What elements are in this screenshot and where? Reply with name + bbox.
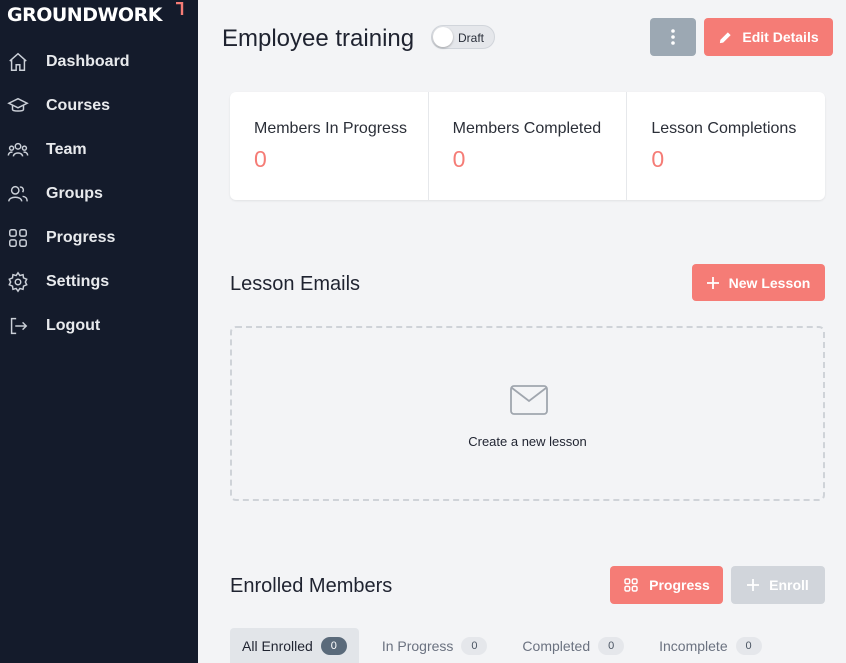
tab-completed[interactable]: Completed 0 (510, 628, 636, 663)
team-icon (7, 139, 29, 161)
sidebar-item-team[interactable]: Team (0, 128, 198, 172)
logout-icon (7, 315, 29, 337)
draft-toggle[interactable]: Draft (431, 25, 495, 49)
stat-label: Members Completed (452, 120, 602, 137)
stat-lesson-completions: Lesson Completions 0 (627, 92, 825, 200)
progress-label: Progress (649, 577, 710, 593)
sidebar-item-logout[interactable]: Logout (0, 304, 198, 348)
create-lesson-text: Create a new lesson (468, 434, 587, 449)
new-lesson-label: New Lesson (728, 274, 811, 291)
stat-members-completed: Members Completed 0 (429, 92, 628, 200)
sidebar-item-settings[interactable]: Settings (0, 260, 198, 304)
main-content: Employee training Draft Edit Details Mem… (198, 0, 846, 663)
envelope-icon (510, 385, 548, 415)
progress-button[interactable]: Progress (610, 566, 723, 604)
sidebar-item-label: Groups (46, 185, 103, 202)
tab-label: All Enrolled (242, 637, 313, 654)
groups-icon (7, 183, 29, 205)
grid-icon (624, 578, 638, 592)
enroll-label: Enroll (769, 577, 809, 593)
sidebar-item-dashboard[interactable]: Dashboard (0, 40, 198, 84)
sidebar-item-label: Logout (46, 317, 101, 334)
sidebar-item-progress[interactable]: Progress (0, 216, 198, 260)
kebab-menu-icon (671, 29, 675, 45)
toggle-label: Draft (458, 31, 485, 45)
tab-incomplete[interactable]: Incomplete 0 (647, 628, 773, 663)
logo-mark-icon (176, 2, 184, 15)
pencil-icon (720, 31, 732, 43)
tab-label: Completed (522, 637, 591, 654)
stat-label: Members In Progress (254, 120, 407, 137)
plus-icon (706, 276, 719, 289)
stats-card: Members In Progress 0 Members Completed … (230, 92, 825, 200)
sidebar-item-groups[interactable]: Groups (0, 172, 198, 216)
edit-details-button[interactable]: Edit Details (704, 18, 833, 56)
toggle-knob (433, 27, 453, 47)
sidebar: GROUNDWORK Dashboard Courses Team Groups… (0, 0, 198, 663)
sidebar-item-label: Team (46, 141, 87, 158)
grid-icon (7, 227, 29, 249)
sidebar-item-label: Courses (46, 97, 111, 114)
sidebar-item-label: Progress (46, 229, 116, 246)
lesson-emails-title: Lesson Emails (230, 273, 361, 295)
member-tabs: All Enrolled 0 In Progress 0 Completed 0… (230, 628, 785, 663)
tab-count-badge: 0 (735, 636, 762, 655)
home-icon (7, 51, 29, 73)
edit-details-label: Edit Details (742, 29, 819, 45)
enrolled-members-title: Enrolled Members (230, 575, 393, 597)
sidebar-item-label: Dashboard (46, 53, 130, 70)
create-lesson-dropzone[interactable]: Create a new lesson (230, 326, 825, 501)
stat-value: 0 (452, 146, 466, 172)
page-title: Employee training (222, 25, 415, 52)
tab-in-progress[interactable]: In Progress 0 (370, 628, 500, 663)
tab-label: Incomplete (659, 637, 728, 654)
plus-icon (747, 579, 760, 591)
stat-members-in-progress: Members In Progress 0 (230, 92, 429, 200)
tab-all-enrolled[interactable]: All Enrolled 0 (230, 628, 359, 663)
stat-value: 0 (254, 146, 267, 172)
sidebar-nav: Dashboard Courses Team Groups Progress S… (0, 40, 198, 348)
stat-label: Lesson Completions (651, 120, 797, 137)
tab-count-badge: 0 (598, 636, 625, 655)
enroll-button[interactable]: Enroll (731, 566, 825, 604)
more-options-button[interactable] (650, 18, 696, 56)
stat-value: 0 (651, 146, 665, 172)
sidebar-item-label: Settings (46, 273, 110, 290)
tab-count-badge: 0 (461, 636, 488, 655)
tab-label: In Progress (381, 637, 454, 654)
sidebar-item-courses[interactable]: Courses (0, 84, 198, 128)
graduation-cap-icon (7, 95, 29, 117)
tab-count-badge: 0 (320, 636, 347, 655)
new-lesson-button[interactable]: New Lesson (692, 264, 825, 301)
gear-icon (7, 271, 29, 293)
brand-logo[interactable]: GROUNDWORK (7, 4, 162, 26)
